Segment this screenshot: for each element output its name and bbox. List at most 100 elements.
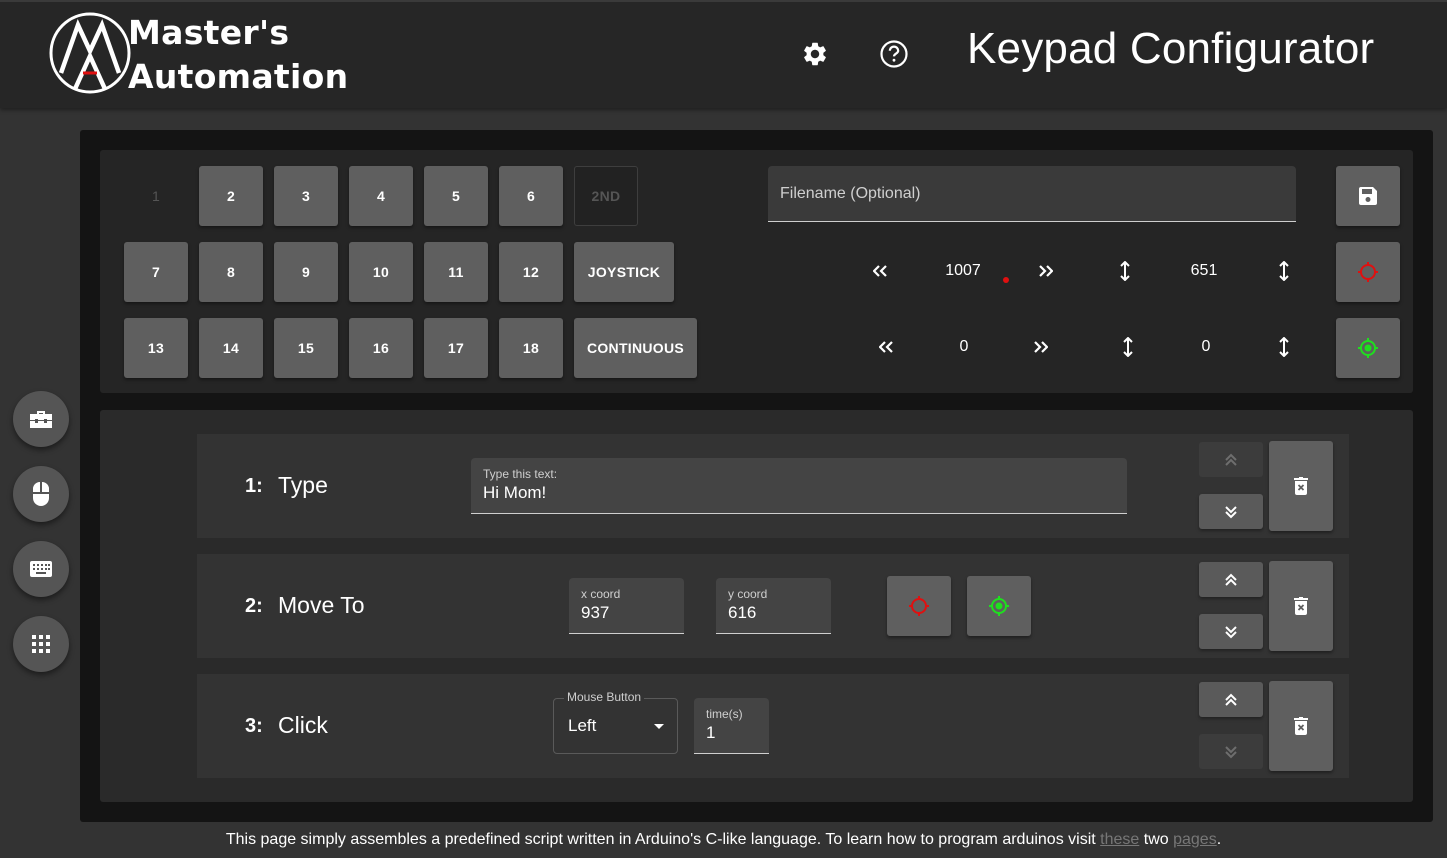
key-12[interactable]: 12 <box>499 242 563 302</box>
type-text-field[interactable]: Type this text: <box>471 458 1127 514</box>
mouse-button-value: Left <box>568 716 597 735</box>
x-coord-input[interactable] <box>581 603 672 623</box>
logo-line-1: Master's <box>128 13 290 52</box>
toolbox-fab-button[interactable] <box>13 391 69 447</box>
offset-x-value: 0 <box>959 338 969 355</box>
key-8[interactable]: 8 <box>199 242 263 302</box>
x-coord-field[interactable]: x coord <box>569 578 684 634</box>
key-10[interactable]: 10 <box>349 242 413 302</box>
gear-icon <box>804 42 826 66</box>
key-16[interactable]: 16 <box>349 318 413 378</box>
step-2-target-button[interactable] <box>967 576 1031 636</box>
type-text-label: Type this text: <box>483 467 558 481</box>
help-circle-icon <box>880 40 908 68</box>
key-2[interactable]: 2 <box>199 166 263 226</box>
times-input[interactable] <box>706 723 757 743</box>
key-4[interactable]: 4 <box>349 166 413 226</box>
logo: Master's Automation <box>48 11 368 96</box>
key-3[interactable]: 3 <box>274 166 338 226</box>
offset-x-increase-button[interactable] <box>1034 341 1048 353</box>
step-name: Move To <box>278 592 365 618</box>
capture-position-button[interactable] <box>1336 242 1400 302</box>
trash-x-icon <box>1294 477 1308 495</box>
offset-y-adjust-button[interactable] <box>1123 337 1133 357</box>
key-joystick[interactable]: JOYSTICK <box>574 242 674 302</box>
key-14[interactable]: 14 <box>199 318 263 378</box>
key-17[interactable]: 17 <box>424 318 488 378</box>
key-2nd[interactable]: 2ND <box>574 166 638 226</box>
step-number: 2: <box>245 595 263 617</box>
keyboard-fab-button[interactable] <box>13 541 69 597</box>
step-name: Click <box>278 712 328 738</box>
step-number: 1: <box>245 475 263 497</box>
recording-indicator <box>1003 277 1009 283</box>
step-1-delete-button[interactable] <box>1269 441 1333 531</box>
step-1-move-down-button[interactable] <box>1199 494 1263 529</box>
key-11[interactable]: 11 <box>424 242 488 302</box>
key-18[interactable]: 18 <box>499 318 563 378</box>
crosshair-green-icon <box>1358 338 1378 358</box>
times-field[interactable]: time(s) <box>694 698 769 754</box>
key-5[interactable]: 5 <box>424 166 488 226</box>
footer-text: This page simply assembles a predefined … <box>225 831 1101 848</box>
mouse-fab-button[interactable] <box>13 466 69 522</box>
y-adjust-button-2[interactable] <box>1279 261 1289 281</box>
y-coord-label: y coord <box>728 587 768 601</box>
step-row-type: 1: Type Type this text: <box>197 434 1349 538</box>
toolbox-icon <box>30 411 52 428</box>
vertical-arrows-icon <box>1120 261 1130 281</box>
step-number: 3: <box>245 715 263 737</box>
mouse-icon <box>33 482 49 506</box>
footer-link-these[interactable]: these <box>1100 831 1139 848</box>
step-3-delete-button[interactable] <box>1269 681 1333 771</box>
logo-mark-icon <box>49 12 131 94</box>
x-coord-label: x coord <box>581 587 621 601</box>
type-text-input[interactable] <box>483 483 1115 503</box>
footer-link-pages[interactable]: pages <box>1173 831 1217 848</box>
filename-field[interactable] <box>768 166 1296 222</box>
mouse-button-label: Mouse Button <box>564 690 645 704</box>
step-2-move-down-button[interactable] <box>1199 614 1263 649</box>
mouse-button-select[interactable]: Mouse Button Left <box>553 690 678 754</box>
times-label: time(s) <box>706 707 743 721</box>
step-name: Type <box>278 472 328 498</box>
key-9[interactable]: 9 <box>274 242 338 302</box>
key-13[interactable]: 13 <box>124 318 188 378</box>
x-increase-button[interactable] <box>1039 265 1053 277</box>
offset-x-decrease-button[interactable] <box>879 341 893 353</box>
keypad-fab-button[interactable] <box>13 616 69 672</box>
x-decrease-button[interactable] <box>873 265 887 277</box>
settings-button[interactable] <box>800 39 830 69</box>
y-adjust-button[interactable] <box>1120 261 1130 281</box>
vertical-arrows-icon <box>1279 261 1289 281</box>
step-2-capture-button[interactable] <box>887 576 951 636</box>
key-1[interactable]: 1 <box>124 166 188 226</box>
crosshair-green-icon <box>989 596 1009 616</box>
y-coord-input[interactable] <box>728 603 819 623</box>
crosshair-red-icon <box>1358 262 1378 282</box>
key-7[interactable]: 7 <box>124 242 188 302</box>
step-2-move-up-button[interactable] <box>1199 562 1263 597</box>
filename-input[interactable] <box>768 166 1296 221</box>
step-3-move-up-button[interactable] <box>1199 682 1263 717</box>
chevron-double-left-icon <box>879 341 893 353</box>
logo-text: Master's Automation <box>128 11 348 99</box>
chevron-double-down-icon <box>1225 625 1237 638</box>
key-6[interactable]: 6 <box>499 166 563 226</box>
step-3-move-down-button[interactable] <box>1199 734 1263 769</box>
save-button[interactable] <box>1336 166 1400 226</box>
step-2-delete-button[interactable] <box>1269 561 1333 651</box>
offset-y-adjust-button-2[interactable] <box>1279 337 1289 357</box>
help-button[interactable] <box>879 39 909 69</box>
step-row-click: 3: Click Mouse Button Left time(s) <box>197 674 1349 778</box>
y-coord-field[interactable]: y coord <box>716 578 831 634</box>
step-1-move-up-button[interactable] <box>1199 442 1263 477</box>
chevron-double-down-icon <box>1225 505 1237 518</box>
key-continuous[interactable]: CONTINUOUS <box>574 318 697 378</box>
crosshair-red-icon <box>909 596 929 616</box>
trash-x-icon <box>1294 717 1308 735</box>
center-target-button[interactable] <box>1336 318 1400 378</box>
caret-down-icon <box>654 724 664 729</box>
key-15[interactable]: 15 <box>274 318 338 378</box>
current-y-value: 651 <box>1190 262 1218 279</box>
